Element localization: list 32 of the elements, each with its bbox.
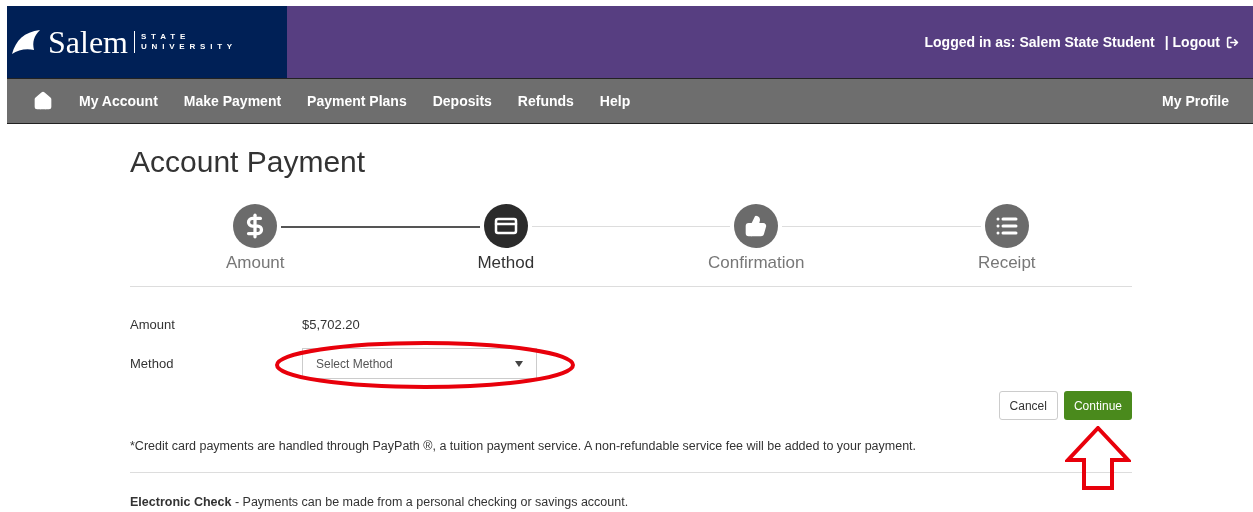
page-title: Account Payment bbox=[130, 144, 367, 180]
nav-link[interactable]: Help bbox=[599, 90, 631, 112]
step-label: Confirmation bbox=[708, 252, 805, 274]
logo-tagline: UNIVERSITY bbox=[141, 42, 237, 52]
home-icon[interactable] bbox=[33, 91, 53, 111]
logout-link[interactable]: | Logout bbox=[1164, 31, 1239, 53]
dropdown-caret-icon bbox=[515, 360, 523, 367]
credit-card-note: *Credit card payments are handled through PayPath ®, a tuition payment service. A non-refundable service fee will be added to your payment. bbox=[130, 437, 1132, 473]
nav-link[interactable]: My Account bbox=[79, 90, 158, 112]
profile-link[interactable]: My Profile bbox=[1162, 90, 1229, 112]
logo-tagline: STATE bbox=[141, 32, 192, 42]
nav-link[interactable]: Refunds bbox=[517, 90, 574, 112]
thumbs-up-icon bbox=[745, 215, 768, 237]
logo[interactable]: Salem STATE UNIVERSITY bbox=[7, 6, 287, 78]
step-label: Method bbox=[477, 252, 535, 274]
nav-link[interactable]: Make Payment bbox=[183, 90, 282, 112]
electronic-check-text: Electronic Check - Payments can be made from a personal checking or savings account. bbox=[130, 493, 630, 511]
nav-link[interactable]: Deposits bbox=[432, 90, 492, 112]
logout-icon bbox=[1226, 35, 1239, 49]
amount-label: Amount bbox=[130, 315, 176, 334]
annotation-arrow bbox=[1065, 426, 1131, 490]
continue-button[interactable]: Continue bbox=[1063, 391, 1132, 420]
amount-value: $5,702.20 bbox=[302, 315, 361, 334]
logo-sail-icon bbox=[10, 28, 42, 56]
cancel-button[interactable]: Cancel bbox=[998, 391, 1058, 420]
method-label: Method bbox=[130, 354, 175, 373]
method-select[interactable]: Select Method bbox=[302, 348, 537, 379]
nav-link[interactable]: Payment Plans bbox=[307, 90, 407, 112]
step-label: Receipt bbox=[977, 252, 1036, 274]
step-label: Amount bbox=[225, 252, 285, 274]
logged-in-text: Logged in as: Salem State Student bbox=[924, 32, 1155, 52]
logo-wordmark: Salem bbox=[48, 26, 128, 58]
